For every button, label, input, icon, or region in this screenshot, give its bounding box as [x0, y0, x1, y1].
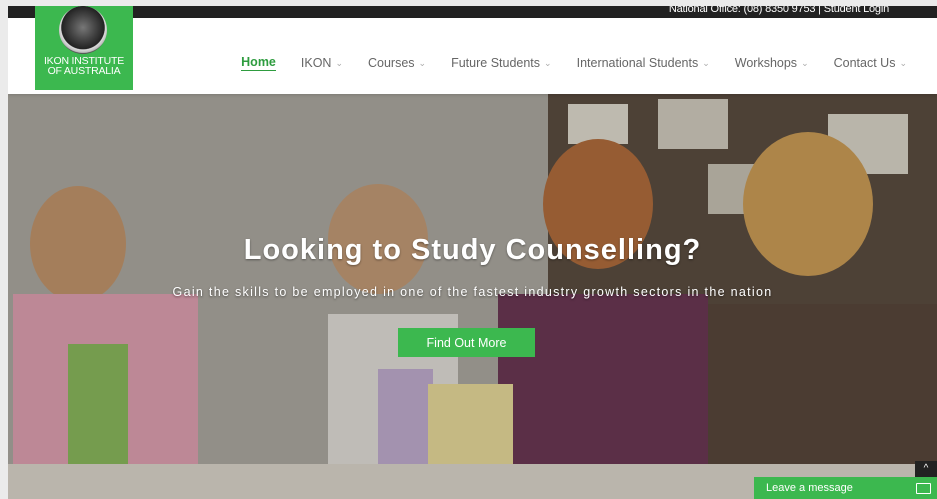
chevron-up-icon: ^ [923, 463, 929, 474]
chevron-down-icon: ⌄ [899, 57, 907, 68]
nav-contact-us[interactable]: Contact Us ⌄ [834, 56, 907, 70]
chevron-down-icon: ⌄ [335, 57, 343, 68]
nav-international-students-label: International Students [576, 56, 699, 70]
contact-info: National Office: (08) 8350 9753 | Studen… [669, 6, 889, 15]
site-logo[interactable]: IKON INSTITUTE OF AUSTRALIA [35, 6, 133, 90]
nav-ikon[interactable]: IKON ⌄ [301, 56, 343, 70]
nav-home[interactable]: Home [241, 55, 276, 71]
nav-workshops[interactable]: Workshops ⌄ [735, 56, 809, 70]
separator: | [815, 6, 824, 15]
chevron-down-icon: ⌄ [801, 57, 809, 68]
office-phone[interactable]: National Office: (08) 8350 9753 [669, 6, 816, 15]
page: National Office: (08) 8350 9753 | Studen… [8, 6, 937, 499]
nav-international-students[interactable]: International Students ⌄ [577, 56, 710, 70]
chevron-down-icon: ⌄ [544, 57, 552, 68]
top-bar: National Office: (08) 8350 9753 | Studen… [8, 6, 937, 18]
nav-contact-us-label: Contact Us [833, 56, 896, 70]
find-out-more-button[interactable]: Find Out More [398, 328, 535, 357]
chevron-down-icon: ⌄ [702, 57, 710, 68]
hero-title: Looking to Study Counselling? [243, 234, 702, 266]
hero-banner: Looking to Study Counselling? Gain the s… [8, 94, 937, 499]
site-header: Home IKON ⌄ Courses ⌄ Future Students ⌄ Int… [8, 18, 937, 94]
leave-message-widget[interactable]: Leave a message [754, 477, 937, 499]
chevron-down-icon: ⌄ [418, 57, 427, 68]
nav-courses-label: Courses [368, 56, 415, 70]
logo-emblem-icon [59, 6, 107, 54]
nav-courses[interactable]: Courses ⌄ [368, 56, 426, 70]
nav-future-students-label: Future Students [451, 56, 541, 70]
nav-future-students[interactable]: Future Students ⌄ [451, 56, 552, 70]
logo-line-2: OF AUSTRALIA [47, 65, 121, 77]
nav-ikon-label: IKON [300, 56, 332, 70]
student-login-link[interactable]: Student Login [824, 6, 889, 15]
nav-home-label: Home [241, 55, 276, 69]
main-nav: Home IKON ⌄ Courses ⌄ Future Students ⌄ Int… [216, 55, 907, 71]
leave-message-label: Leave a message [766, 482, 853, 494]
logo-text: IKON INSTITUTE OF AUSTRALIA [35, 56, 133, 77]
nav-workshops-label: Workshops [734, 56, 798, 70]
hero-subtitle: Gain the skills to be employed in one of… [172, 285, 773, 299]
scroll-to-top-button[interactable]: ^ [915, 461, 937, 477]
chat-bubble-icon [916, 483, 931, 494]
